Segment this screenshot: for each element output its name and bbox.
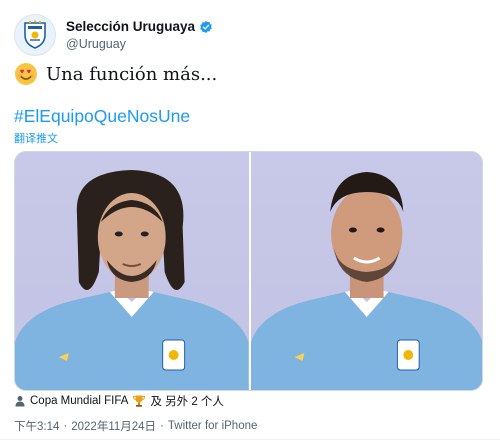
player-1-illustration xyxy=(15,170,249,390)
smiling-face-with-heart-eyes-icon xyxy=(15,63,37,85)
tweet-time[interactable]: 下午3:14 xyxy=(14,418,59,434)
translate-tweet-link[interactable]: 翻译推文 xyxy=(14,130,58,146)
hashtag-link[interactable]: #ElEquipoQueNosUne xyxy=(14,106,190,127)
tweet-text-row: Una función más... xyxy=(14,62,484,86)
separator: · xyxy=(63,420,68,432)
display-name-row: Selección Uruguaya xyxy=(66,19,213,34)
account-handle[interactable]: @Uruguay xyxy=(66,37,213,51)
verified-badge-icon xyxy=(200,20,212,33)
tagged-location[interactable]: Copa Mundial FIFA xyxy=(30,395,128,407)
tag-row: Copa Mundial FIFA 及 另外 2 个人 xyxy=(14,393,224,409)
person-icon xyxy=(15,396,25,407)
tweet-date[interactable]: 2022年11月24日 xyxy=(71,418,156,434)
trophy-icon xyxy=(133,395,146,407)
uruguay-crest-icon xyxy=(24,20,46,49)
avatar[interactable] xyxy=(14,14,56,56)
tweet-source[interactable]: Twitter for iPhone xyxy=(168,420,257,432)
separator: · xyxy=(160,420,164,432)
player-photo-2[interactable] xyxy=(248,152,482,390)
player-2-illustration xyxy=(250,172,482,390)
display-name[interactable]: Selección Uruguaya xyxy=(66,19,195,34)
media-grid xyxy=(14,151,483,391)
player-photo-1[interactable] xyxy=(15,152,249,390)
tagged-others[interactable]: 及 另外 2 个人 xyxy=(150,393,223,409)
tweet-text: Una función más... xyxy=(46,63,218,85)
timestamp-row: 下午3:14 · 2022年11月24日 · Twitter for iPhon… xyxy=(14,418,257,434)
account-names: Selección Uruguaya @Uruguay xyxy=(66,19,213,51)
tweet-card: Selección Uruguaya @Uruguay Una función … xyxy=(0,0,500,440)
tweet-header: Selección Uruguaya @Uruguay xyxy=(14,14,484,56)
